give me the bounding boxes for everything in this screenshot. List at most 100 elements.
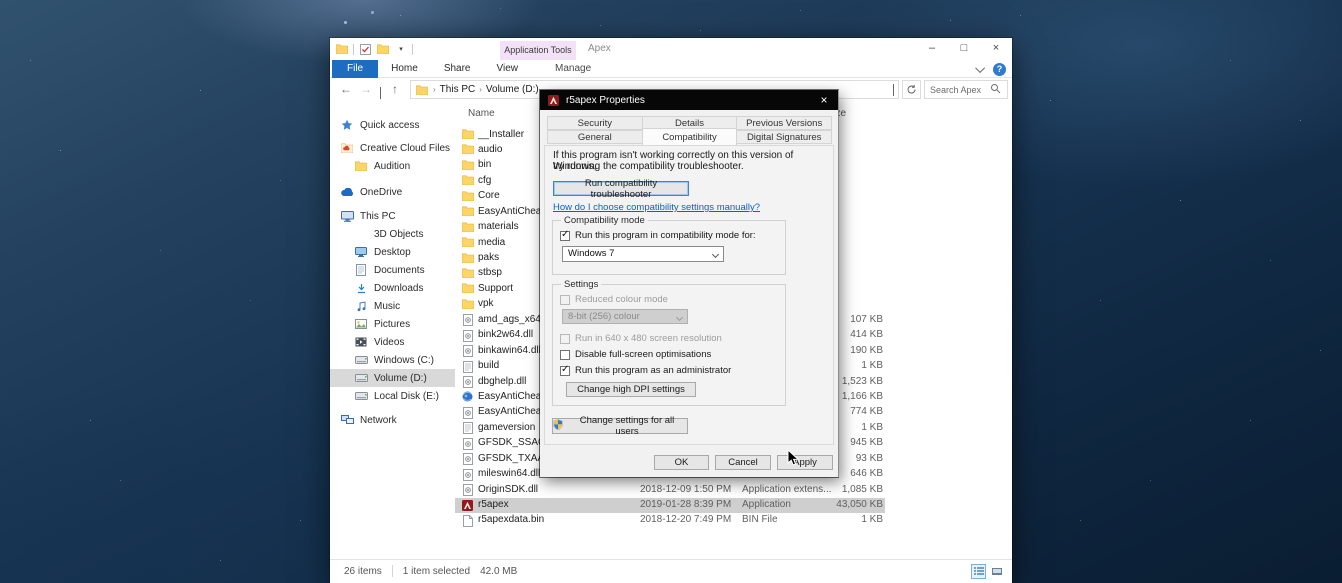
sidebar-item-label: Quick access [360, 119, 420, 131]
folder-icon[interactable] [335, 44, 349, 54]
checkbox-unchecked-icon[interactable] [560, 349, 570, 360]
compat-os-dropdown[interactable]: Windows 7 [562, 246, 724, 262]
search-input[interactable] [928, 83, 990, 96]
name-column-header[interactable]: Name [468, 108, 495, 119]
folder-icon [461, 253, 474, 263]
back-icon[interactable]: ← [340, 79, 352, 99]
sidebar-item-desktop[interactable]: Desktop [330, 243, 455, 261]
file-name: EasyAntiCheat_ [478, 390, 550, 402]
text-file-icon [461, 360, 474, 373]
folder-icon [461, 160, 474, 170]
ribbon-tab-manage[interactable]: Manage [542, 60, 604, 78]
quick-access-toolbar[interactable]: ▾ [335, 42, 413, 56]
dialog-tab-general[interactable]: General [547, 130, 643, 144]
file-row-r5apexdata-bin[interactable]: r5apexdata.bin 2018-12-20 7:49 PM BIN File… [455, 513, 1010, 528]
breadcrumb-item-this-pc[interactable]: This PC [440, 84, 476, 95]
details-view-icon[interactable] [971, 564, 986, 579]
sidebar-item-windows-c[interactable]: Windows (C:) [330, 351, 455, 369]
sidebar-item-videos[interactable]: Videos [330, 333, 455, 351]
intro-text-line2: try running the compatibility troublesho… [553, 161, 744, 172]
search-box[interactable] [924, 80, 1008, 99]
file-row-originsdk-dll[interactable]: OriginSDK.dll 2018-12-09 1:50 PM Applicati… [455, 482, 1010, 497]
sidebar-item-audition[interactable]: Audition [330, 157, 455, 175]
dialog-tab-previous-versions[interactable]: Previous Versions [736, 116, 833, 130]
run-as-admin-checkbox[interactable]: Run this program as an administrator [560, 364, 731, 376]
chevron-right-icon: › [479, 85, 482, 94]
breadcrumb-item-volume-d[interactable]: Volume (D:) [486, 84, 539, 95]
window-controls: – □ × [916, 38, 1012, 60]
title-bar: ▾ Application Tools Apex – □ × [330, 38, 1012, 60]
apex-icon [461, 499, 474, 511]
run-troubleshooter-button[interactable]: Run compatibility troubleshooter [553, 178, 689, 200]
thumbnails-view-icon[interactable] [989, 564, 1004, 579]
ok-button[interactable]: OK [654, 455, 709, 470]
sidebar-item-creative-cloud-files[interactable]: Creative Cloud Files [330, 139, 455, 157]
uac-shield-icon [553, 419, 563, 433]
minimize-button[interactable]: – [916, 38, 948, 60]
history-chevron-icon[interactable] [380, 87, 381, 99]
change-dpi-button[interactable]: Change high DPI settings [566, 382, 696, 397]
application-tools-tab[interactable]: Application Tools [500, 41, 576, 60]
customize-arrow-icon[interactable]: ▾ [394, 45, 408, 53]
file-name: r5apex [478, 499, 509, 510]
dialog-tab-security[interactable]: Security [547, 116, 643, 130]
sidebar-item-label: Videos [374, 336, 405, 348]
folder-icon [461, 299, 474, 309]
compatibility-help-link[interactable]: How do I choose compatibility settings m… [553, 202, 760, 213]
drive-icon [354, 356, 368, 364]
apply-button[interactable]: Apply [777, 455, 833, 470]
file-size: 43,050 KB [836, 499, 883, 510]
sidebar-item-documents[interactable]: Documents [330, 261, 455, 279]
compat-mode-checkbox[interactable]: Run this program in compatibility mode f… [560, 229, 756, 241]
sidebar-item-this-pc[interactable]: This PC [330, 207, 455, 225]
close-button[interactable]: × [980, 38, 1012, 60]
starfield [0, 0, 1, 1]
ribbon-tab-view[interactable]: View [484, 60, 532, 78]
button-label: Change settings for all users [579, 415, 675, 437]
forward-icon[interactable]: → [360, 79, 372, 99]
sidebar-item-quick-access[interactable]: Quick access [330, 116, 455, 134]
ribbon-tab-share[interactable]: Share [431, 60, 484, 78]
change-all-users-button[interactable]: Change settings for all users [552, 415, 688, 437]
maximize-button[interactable]: □ [948, 38, 980, 60]
properties-dialog: r5apex Properties × Security Details Previ… [540, 90, 838, 477]
sidebar-item-label: Local Disk (E:) [374, 390, 440, 402]
file-row-r5apex[interactable]: r5apex 2019-01-28 8:39 PM Application 43,05… [455, 497, 885, 513]
cancel-button[interactable]: Cancel [715, 455, 771, 470]
properties-check-icon[interactable] [358, 43, 372, 55]
sidebar-item-3d-objects[interactable]: 3D Objects [330, 225, 455, 243]
documents-icon [354, 264, 368, 276]
checkbox-label: Reduced colour mode [575, 294, 668, 305]
dialog-tab-compatibility[interactable]: Compatibility [641, 128, 738, 145]
ribbon-tab-file[interactable]: File [332, 60, 379, 78]
sidebar-item-volume-d[interactable]: Volume (D:) [330, 369, 455, 387]
up-icon[interactable]: ↑ [392, 79, 398, 99]
sidebar-item-music[interactable]: Music [330, 297, 455, 315]
refresh-icon[interactable] [902, 80, 921, 99]
help-icon[interactable]: ? [993, 62, 1006, 76]
sidebar-item-network[interactable]: Network [330, 411, 455, 429]
new-folder-icon[interactable] [376, 44, 390, 54]
dll-icon [461, 345, 474, 358]
sidebar-item-pictures[interactable]: Pictures [330, 315, 455, 333]
file-name: bin [478, 159, 492, 171]
sidebar-item-label: Music [374, 300, 401, 312]
dialog-tab-digital-signatures[interactable]: Digital Signatures [736, 130, 833, 144]
desktop-icon [354, 247, 368, 257]
collapse-ribbon-icon[interactable] [975, 62, 986, 73]
ribbon-tab-home[interactable]: Home [378, 60, 431, 78]
file-name: audio [478, 143, 503, 155]
fullscreen-optimisations-checkbox[interactable]: Disable full-screen optimisations [560, 349, 711, 360]
ribbon-tabs: File Home Share View Manage [332, 60, 604, 78]
sidebar-item-local-disk-e[interactable]: Local Disk (E:) [330, 387, 455, 405]
checkbox-checked-icon[interactable] [560, 364, 570, 376]
sidebar-item-label: Downloads [374, 282, 424, 294]
dialog-close-icon[interactable]: × [816, 93, 832, 107]
sidebar-item-onedrive[interactable]: OneDrive [330, 183, 455, 201]
file-name: EasyAntiCheat [478, 205, 545, 217]
checkbox-checked-icon[interactable] [560, 229, 570, 241]
address-dropdown-icon[interactable] [893, 84, 894, 96]
navigation-pane: Quick access Creative Cloud Files Audition… [330, 104, 455, 559]
sidebar-item-label: Volume (D:) [374, 372, 427, 384]
sidebar-item-downloads[interactable]: Downloads [330, 279, 455, 297]
